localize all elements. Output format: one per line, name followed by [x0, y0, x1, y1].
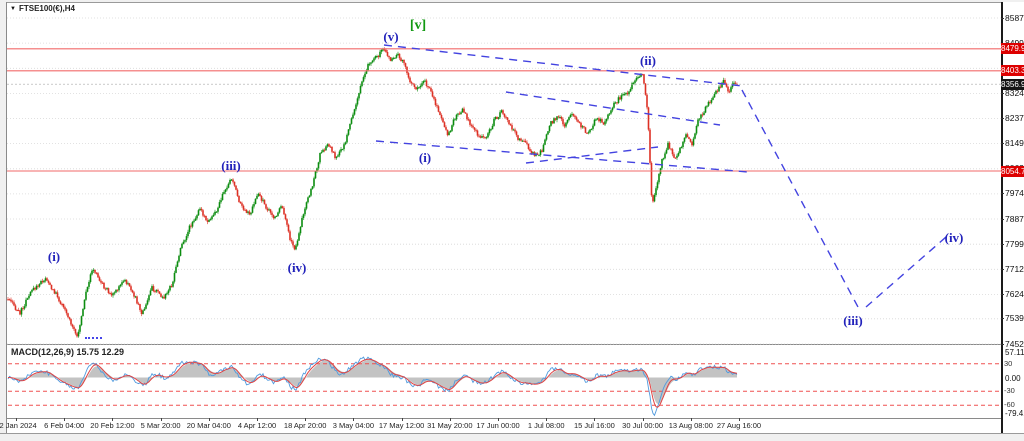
time-tick-label: 22 Jan 2024 [0, 421, 37, 430]
price-tick-mark [1001, 143, 1004, 144]
price-tick-label: 8149.8 [1005, 139, 1024, 148]
price-badge: 8403.3 [1001, 65, 1024, 76]
time-tick-label: 17 May 12:00 [379, 421, 424, 430]
price-badge: 8479.9 [1001, 43, 1024, 54]
time-tick-label: 18 Apr 20:00 [284, 421, 327, 430]
symbol-title[interactable]: ▼FTSE100(€),H4 [10, 4, 75, 13]
time-tick-label: 30 Jul 00:00 [622, 421, 663, 430]
time-tick-label: 27 Aug 16:00 [717, 421, 761, 430]
elliott-wave-label[interactable]: (iii) [221, 158, 241, 174]
time-tick-label: 5 Mar 20:00 [141, 421, 181, 430]
mt4-chart-window: ▼FTSE100(€),H4 MACD(12,26,9) 15.75 12.29… [0, 0, 1024, 441]
time-tick-label: 1 Jul 08:00 [528, 421, 565, 430]
price-tick-label: 8324.8 [1005, 89, 1024, 98]
price-tick-mark [1001, 118, 1004, 119]
macd-indicator-panel[interactable] [7, 344, 1001, 419]
price-tick-mark [1001, 294, 1004, 295]
time-tick-label: 3 May 04:00 [333, 421, 374, 430]
time-tick-label: 20 Mar 04:00 [187, 421, 231, 430]
elliott-wave-label[interactable]: (iv) [945, 230, 964, 246]
price-tick-mark [1001, 344, 1004, 345]
price-tick-mark [1001, 93, 1004, 94]
price-tick-label: 8237.3 [1005, 114, 1024, 123]
price-tick-label: 7799.8 [1005, 240, 1024, 249]
elliott-wave-label[interactable]: (i) [48, 249, 60, 265]
chevron-down-icon[interactable]: ▼ [10, 6, 16, 12]
time-tick-label: 20 Feb 12:00 [90, 421, 134, 430]
window-left-border [6, 2, 7, 433]
window-bottom-border [0, 433, 1024, 434]
price-tick-label: 7887.3 [1005, 215, 1024, 224]
price-badge: 8356.9 [1001, 79, 1024, 90]
time-tick-label: 4 Apr 12:00 [238, 421, 276, 430]
price-tick-label: 7624.8 [1005, 290, 1024, 299]
time-tick-label: 17 Jun 00:00 [476, 421, 519, 430]
time-tick-label: 31 May 20:00 [427, 421, 472, 430]
price-tick-mark [1001, 219, 1004, 220]
time-tick-label: 15 Jul 16:00 [574, 421, 615, 430]
price-tick-label: 7712.3 [1005, 265, 1024, 274]
price-tick-label: 8587.3 [1005, 14, 1024, 23]
macd-level-label: -30 [1004, 387, 1015, 395]
time-tick-label: 6 Feb 04:00 [44, 421, 84, 430]
elliott-wave-label[interactable]: (i) [419, 150, 431, 166]
macd-indicator-label: MACD(12,26,9) 15.75 12.29 [11, 347, 124, 357]
price-tick-mark [1001, 193, 1004, 194]
macd-level-label: 30 [1004, 360, 1012, 368]
elliott-wave-label[interactable]: [v] [410, 18, 426, 34]
price-tick-mark [1001, 18, 1004, 19]
price-tick-label: 7539.8 [1005, 314, 1024, 323]
price-tick-label: 7974.8 [1005, 189, 1024, 198]
macd-level-label: -60 [1004, 401, 1015, 409]
macd-axis-min: -79.41 [1005, 409, 1024, 418]
price-tick-mark [1001, 244, 1004, 245]
price-tick-mark [1001, 269, 1004, 270]
symbol-title-text: FTSE100(€),H4 [19, 4, 75, 13]
scroll-position-marker [85, 337, 102, 339]
elliott-wave-label[interactable]: (ii) [640, 53, 656, 69]
elliott-wave-label[interactable]: (iii) [843, 313, 863, 329]
price-chart-panel[interactable] [7, 2, 1001, 345]
elliott-wave-label[interactable]: (v) [383, 29, 398, 45]
time-tick-label: 13 Aug 08:00 [669, 421, 713, 430]
macd-axis-zero: 0.00 [1005, 374, 1021, 383]
macd-axis-max: 57.11 [1005, 348, 1024, 357]
price-tick-mark [1001, 318, 1004, 319]
price-badge: 8054.7 [1001, 166, 1024, 177]
elliott-wave-label[interactable]: (iv) [288, 260, 307, 276]
